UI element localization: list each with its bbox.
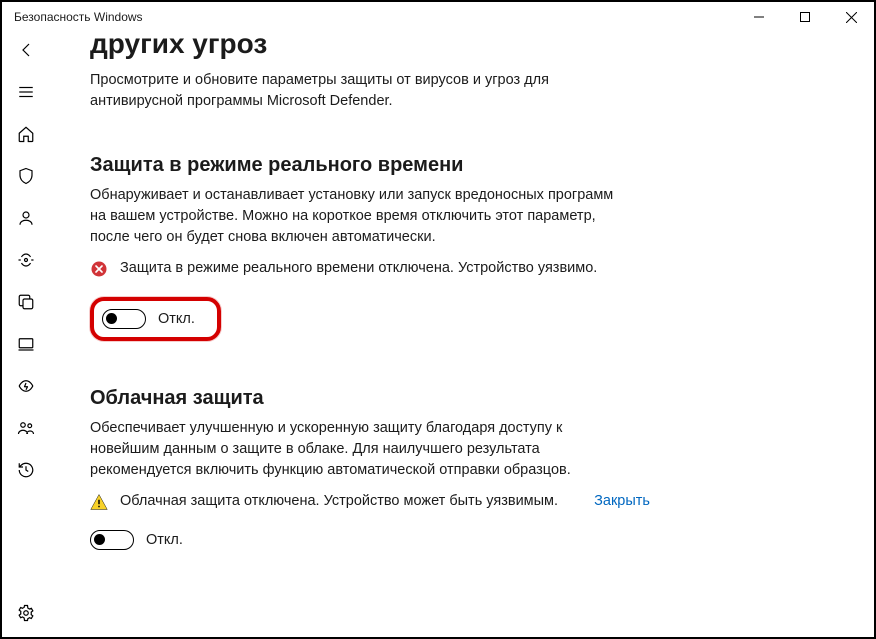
section-realtime-heading: Защита в режиме реального времени xyxy=(90,154,710,177)
cloud-dismiss-link[interactable]: Закрыть xyxy=(594,491,650,512)
shield-icon[interactable] xyxy=(2,164,50,188)
history-icon[interactable] xyxy=(2,458,50,482)
minimize-button[interactable] xyxy=(736,2,782,32)
cloud-warning: Облачная защита отключена. Устройство мо… xyxy=(90,491,650,518)
section-realtime-description: Обнаруживает и останавливает установку и… xyxy=(90,185,630,248)
realtime-toggle-label: Откл. xyxy=(158,311,195,327)
error-icon xyxy=(90,260,108,285)
home-icon[interactable] xyxy=(2,122,50,146)
page-description: Просмотрите и обновите параметры защиты … xyxy=(90,70,630,112)
section-cloud: Облачная защита Обеспечивает улучшенную … xyxy=(90,387,710,550)
window-controls xyxy=(736,2,874,32)
device-icon[interactable] xyxy=(2,332,50,356)
account-icon[interactable] xyxy=(2,206,50,230)
realtime-toggle[interactable] xyxy=(102,309,146,329)
cloud-toggle[interactable] xyxy=(90,530,134,550)
cloud-toggle-label: Откл. xyxy=(146,532,183,548)
menu-icon[interactable] xyxy=(2,80,50,104)
window-title: Безопасность Windows xyxy=(14,10,143,24)
close-button[interactable] xyxy=(828,2,874,32)
section-cloud-description: Обеспечивает улучшенную и ускоренную защ… xyxy=(90,418,630,481)
sidebar xyxy=(2,32,50,637)
maximize-button[interactable] xyxy=(782,2,828,32)
titlebar: Безопасность Windows xyxy=(2,2,874,32)
realtime-warning: Защита в режиме реального времени отключ… xyxy=(90,258,650,285)
page-title: других угроз xyxy=(90,32,834,60)
back-icon[interactable] xyxy=(2,38,50,62)
firewall-icon[interactable] xyxy=(2,248,50,272)
appbrowser-icon[interactable] xyxy=(2,290,50,314)
realtime-warning-text: Защита в режиме реального времени отключ… xyxy=(120,258,650,279)
section-cloud-heading: Облачная защита xyxy=(90,387,710,410)
section-realtime: Защита в режиме реального времени Обнару… xyxy=(90,154,710,341)
family-icon[interactable] xyxy=(2,416,50,440)
main-content: других угроз Просмотрите и обновите пара… xyxy=(50,32,874,637)
performance-icon[interactable] xyxy=(2,374,50,398)
warning-icon xyxy=(90,493,108,518)
realtime-toggle-highlight: Откл. xyxy=(90,297,221,341)
settings-icon[interactable] xyxy=(2,601,50,625)
cloud-warning-text: Облачная защита отключена. Устройство мо… xyxy=(120,491,562,512)
